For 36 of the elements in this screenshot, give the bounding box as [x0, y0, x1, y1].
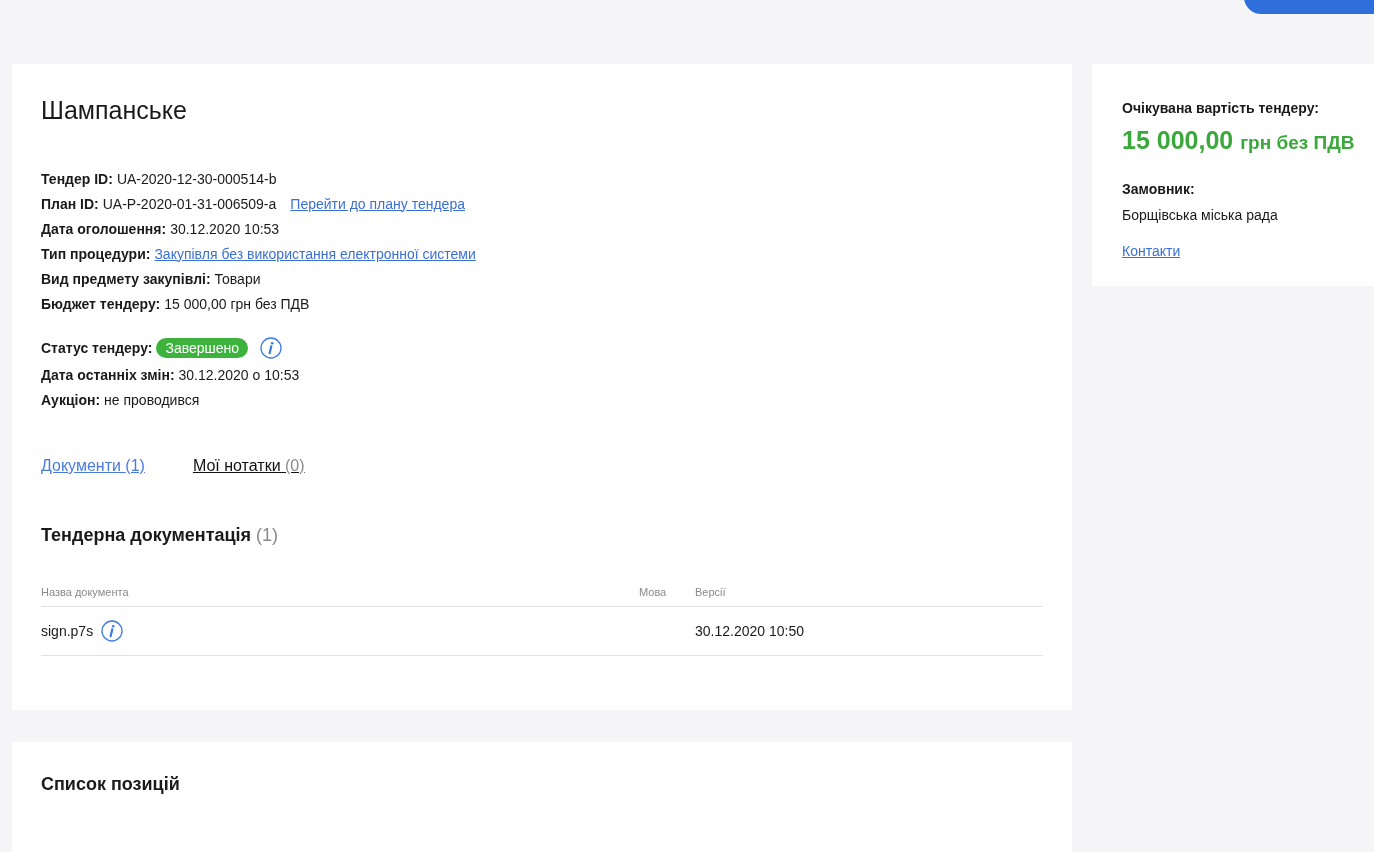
detail-label: Дата останніх змін: — [41, 366, 175, 383]
detail-value: UA-P-2020-01-31-006509-a — [102, 195, 277, 212]
customer-name: Борщівська міська рада — [1122, 207, 1279, 223]
detail-value: не проводився — [104, 391, 200, 408]
detail-value: 30.12.2020 о 10:53 — [178, 366, 300, 383]
detail-label: Аукціон: — [41, 391, 101, 408]
column-header: Версії — [695, 586, 727, 598]
document-name: sign.p7s — [41, 623, 94, 639]
info-icon[interactable] — [101, 620, 124, 642]
detail-value: Товари — [214, 270, 261, 287]
detail-label: Тендер ID: — [41, 170, 113, 187]
expected-value: 15 000,00 грн без ПДВ — [1122, 126, 1356, 155]
section-title: Тендерна документація (1) — [41, 525, 280, 546]
detail-value: 15 000,00 грн без ПДВ — [164, 295, 310, 312]
detail-label: Дата оголошення: — [41, 220, 167, 237]
detail-label: Бюджет тендеру: — [41, 295, 161, 312]
customer-label: Замовник: — [1122, 181, 1196, 197]
procedure-link[interactable]: Закупівля без використання електронної системи — [154, 245, 476, 262]
tab[interactable]: Документи (1) — [41, 457, 145, 475]
detail-label: Статус тендеру: — [41, 340, 153, 356]
section-title: Список позицій — [41, 774, 181, 795]
status-badge: Завершено — [156, 338, 249, 358]
detail-value: 30.12.2020 10:53 — [170, 220, 280, 237]
detail-value: UA-2020-12-30-000514-b — [116, 170, 277, 187]
tender-title: Шампанське — [41, 96, 188, 125]
table-cell-text: 30.12.2020 10:50 — [695, 623, 805, 639]
column-header: Назва документа — [41, 586, 130, 598]
contacts-link[interactable]: Контакти — [1122, 243, 1181, 259]
column-header: Мова — [639, 586, 668, 598]
detail-label: Вид предмету закупівлі: — [41, 270, 211, 287]
tab[interactable]: Мої нотатки (0) — [192, 457, 305, 475]
info-icon[interactable] — [260, 337, 283, 359]
plan-link[interactable]: Перейти до плану тендера — [290, 195, 465, 212]
detail-label: План ID: — [41, 195, 99, 212]
expected-value-label: Очікувана вартість тендеру: — [1122, 100, 1320, 116]
detail-label: Тип процедури: — [41, 245, 151, 262]
